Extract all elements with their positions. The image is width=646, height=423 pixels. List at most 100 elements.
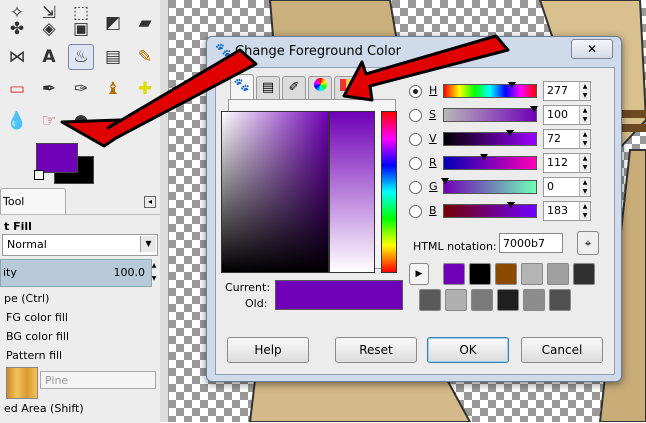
tab-cmyk-selector[interactable]: ▤	[256, 76, 280, 100]
history-swatch[interactable]	[547, 263, 569, 285]
radio-b[interactable]	[409, 205, 422, 218]
dodge-tool-icon[interactable]: ●	[68, 108, 94, 134]
hue-bar[interactable]	[381, 111, 397, 273]
slider-v[interactable]	[443, 130, 537, 146]
history-swatch[interactable]	[469, 263, 491, 285]
printer-icon: ▤	[261, 80, 275, 95]
radio-g[interactable]	[409, 181, 422, 194]
color-picker-button[interactable]: ⌖	[577, 231, 599, 255]
opacity-value: 100.0	[113, 266, 146, 279]
channel-label-h: H	[429, 84, 438, 97]
history-swatch[interactable]	[445, 289, 467, 311]
history-add-button[interactable]: ▶	[409, 263, 429, 285]
tab-gimp-selector[interactable]: 🐾	[230, 74, 254, 100]
history-swatch[interactable]	[471, 289, 493, 311]
spin-s[interactable]: 100 ▲ ▼	[543, 105, 591, 125]
mode-select[interactable]: Normal ▼	[2, 234, 158, 256]
text-tool-icon[interactable]: A	[36, 44, 62, 70]
cancel-button[interactable]: Cancel	[521, 337, 603, 363]
spin-v[interactable]: 72 ▲ ▼	[543, 129, 591, 149]
spin-b[interactable]: 183 ▲ ▼	[543, 201, 591, 221]
foreground-color-swatch[interactable]	[36, 143, 78, 173]
slider-g[interactable]	[441, 178, 537, 194]
history-swatch[interactable]	[497, 289, 519, 311]
fg-fill-option[interactable]: FG color fill	[6, 311, 68, 324]
radio-r[interactable]	[409, 157, 422, 170]
pattern-name-field[interactable]: Pine	[40, 371, 156, 389]
bucket-fill-icon[interactable]: ♨	[68, 44, 94, 70]
blend-tool-icon[interactable]: ▤	[100, 44, 126, 70]
spin-arrows-icon: ▲ ▼	[579, 106, 590, 124]
spin-r[interactable]: 112 ▲ ▼	[543, 153, 591, 173]
airbrush-tool-icon[interactable]: ✒	[36, 76, 62, 102]
brush-icon: ✐	[288, 80, 300, 95]
blur-tool-icon[interactable]: 💧	[4, 108, 30, 134]
slider-s[interactable]	[443, 106, 538, 122]
clone-tool-icon[interactable]: ♝	[100, 76, 126, 102]
tab-watercolor-selector[interactable]: ✐	[282, 76, 306, 100]
perspective-tool-icon[interactable]: ◩	[100, 10, 126, 36]
close-button[interactable]: ✕	[571, 39, 613, 59]
paths-tool-icon-2[interactable]: ⋈	[4, 44, 30, 70]
current-color-swatch	[275, 280, 403, 310]
tab-wheel-selector[interactable]	[308, 76, 332, 100]
html-notation-label: HTML notation:	[413, 240, 497, 253]
tab-tool-options[interactable]: Tool Options	[0, 188, 66, 234]
spin-h[interactable]: 277 ▲ ▼	[543, 81, 591, 101]
history-swatch[interactable]	[495, 263, 517, 285]
ok-button[interactable]: OK	[427, 337, 509, 363]
html-notation-field[interactable]: 7000b7	[499, 233, 563, 253]
paths-tool-icon[interactable]: ✤	[4, 16, 30, 42]
spin-arrows-icon: ▲ ▼	[579, 202, 590, 220]
pattern-fill-option[interactable]: Pattern fill	[6, 349, 62, 362]
channel-label-b: B	[429, 204, 437, 217]
heal-tool-icon[interactable]: ✚	[132, 76, 158, 102]
scale-tool-icon[interactable]: ▣	[68, 16, 94, 42]
radio-s[interactable]	[409, 109, 422, 122]
history-swatch[interactable]	[549, 289, 571, 311]
default-colors-icon[interactable]	[34, 170, 44, 180]
value-v: 72	[547, 132, 561, 145]
pencil-tool-icon[interactable]: ✎	[132, 44, 158, 70]
pattern-preview[interactable]	[6, 367, 38, 399]
channel-label-v: V	[429, 132, 437, 145]
ink-tool-icon[interactable]: ✑	[68, 76, 94, 102]
rotate-tool-icon[interactable]: ◈	[36, 16, 62, 42]
value-s: 100	[547, 108, 568, 121]
saturation-value-area[interactable]	[221, 111, 329, 273]
old-label: Old:	[245, 297, 268, 310]
reset-button[interactable]: Reset	[335, 337, 417, 363]
opacity-spin-icon[interactable]: ▲ ▼	[150, 259, 158, 285]
slider-b-marker	[507, 202, 515, 208]
value-h: 277	[547, 84, 568, 97]
dock-menu-icon[interactable]: ◂	[144, 196, 156, 208]
slider-r[interactable]	[443, 154, 537, 170]
radio-v[interactable]	[409, 133, 422, 146]
history-swatch[interactable]	[443, 263, 465, 285]
gimp-wilber-icon: 🐾	[233, 78, 251, 93]
slider-v-marker	[506, 130, 514, 136]
spin-arrows-icon: ▲ ▼	[579, 178, 590, 196]
eraser-tool-icon[interactable]: ▭	[4, 76, 30, 102]
slider-h[interactable]	[443, 82, 537, 98]
spin-arrows-icon: ▲ ▼	[579, 130, 590, 148]
tab-palette-selector[interactable]	[334, 76, 358, 100]
radio-h[interactable]	[409, 85, 422, 98]
hue-gradient-strip[interactable]	[329, 111, 375, 273]
affected-area-label: ed Area (Shift)	[4, 402, 84, 415]
opacity-label: ity	[3, 266, 17, 279]
fill-section-label: t Fill	[4, 220, 32, 233]
history-swatch[interactable]	[523, 289, 545, 311]
smudge-tool-icon[interactable]: ☞	[36, 108, 62, 134]
spin-g[interactable]: 0 ▲ ▼	[543, 177, 591, 197]
history-swatch[interactable]	[419, 289, 441, 311]
opacity-slider[interactable]: ity 100.0	[0, 259, 152, 287]
slider-s-marker	[530, 106, 538, 112]
slider-b[interactable]	[443, 202, 537, 218]
slider-g-marker	[441, 178, 449, 184]
bg-fill-option[interactable]: BG color fill	[6, 330, 69, 343]
history-swatch[interactable]	[521, 263, 543, 285]
help-button[interactable]: Help	[227, 337, 309, 363]
history-swatch[interactable]	[573, 263, 595, 285]
shear-tool-icon[interactable]: ▰	[132, 10, 158, 36]
